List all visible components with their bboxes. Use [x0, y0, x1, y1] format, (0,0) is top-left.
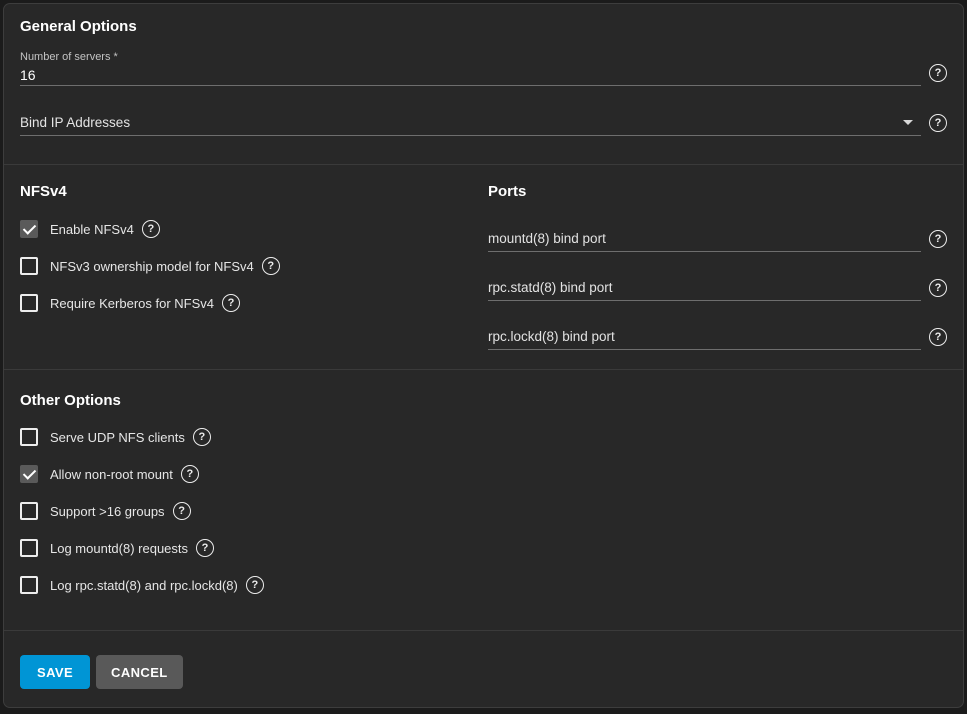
- lockd-port-row: ?: [488, 324, 947, 350]
- ports-column: Ports ? ? ?: [488, 165, 947, 369]
- section-general-options: General Options Number of servers * ? Bi…: [4, 4, 963, 165]
- support-groups-label: Support >16 groups: [50, 504, 165, 519]
- lockd-port-field: [488, 324, 921, 350]
- nfsv3-ownership-help-icon[interactable]: ?: [262, 257, 280, 275]
- statd-port-help-icon[interactable]: ?: [929, 279, 947, 297]
- enable-nfsv4-row[interactable]: Enable NFSv4 ?: [20, 220, 488, 238]
- number-of-servers-field-row: Number of servers * ?: [20, 51, 947, 86]
- mountd-port-field: [488, 226, 921, 252]
- log-mountd-checkbox[interactable]: [20, 539, 38, 557]
- bind-ip-label: Bind IP Addresses: [20, 115, 130, 130]
- number-of-servers-field: Number of servers *: [20, 51, 921, 86]
- allow-nonroot-row[interactable]: Allow non-root mount ?: [20, 465, 947, 483]
- number-of-servers-help-icon[interactable]: ?: [929, 64, 947, 82]
- statd-port-input[interactable]: [488, 275, 921, 301]
- bind-ip-field-row: Bind IP Addresses ?: [20, 110, 947, 136]
- nfs-settings-card: General Options Number of servers * ? Bi…: [3, 3, 964, 708]
- mountd-port-input[interactable]: [488, 226, 921, 252]
- nfsv3-ownership-checkbox[interactable]: [20, 257, 38, 275]
- support-groups-row[interactable]: Support >16 groups ?: [20, 502, 947, 520]
- require-kerberos-help-icon[interactable]: ?: [222, 294, 240, 312]
- cancel-button[interactable]: CANCEL: [96, 655, 183, 689]
- ports-title: Ports: [488, 165, 947, 202]
- serve-udp-checkbox[interactable]: [20, 428, 38, 446]
- nfsv3-ownership-row[interactable]: NFSv3 ownership model for NFSv4 ?: [20, 257, 488, 275]
- actions-bar: SAVE CANCEL: [4, 630, 963, 707]
- allow-nonroot-help-icon[interactable]: ?: [181, 465, 199, 483]
- allow-nonroot-label: Allow non-root mount: [50, 467, 173, 482]
- number-of-servers-input[interactable]: [20, 64, 921, 86]
- require-kerberos-checkbox[interactable]: [20, 294, 38, 312]
- require-kerberos-row[interactable]: Require Kerberos for NFSv4 ?: [20, 294, 488, 312]
- statd-port-field: [488, 275, 921, 301]
- log-statd-lockd-row[interactable]: Log rpc.statd(8) and rpc.lockd(8) ?: [20, 576, 947, 594]
- log-statd-lockd-checkbox[interactable]: [20, 576, 38, 594]
- serve-udp-row[interactable]: Serve UDP NFS clients ?: [20, 428, 947, 446]
- allow-nonroot-checkbox[interactable]: [20, 465, 38, 483]
- enable-nfsv4-checkbox[interactable]: [20, 220, 38, 238]
- require-kerberos-label: Require Kerberos for NFSv4: [50, 296, 214, 311]
- general-options-title: General Options: [20, 4, 947, 37]
- number-of-servers-label: Number of servers *: [20, 51, 921, 64]
- lockd-port-help-icon[interactable]: ?: [929, 328, 947, 346]
- nfsv4-title: NFSv4: [20, 165, 488, 202]
- log-statd-lockd-label: Log rpc.statd(8) and rpc.lockd(8): [50, 578, 238, 593]
- serve-udp-help-icon[interactable]: ?: [193, 428, 211, 446]
- bind-ip-select[interactable]: Bind IP Addresses: [20, 110, 921, 136]
- other-options-title: Other Options: [20, 370, 947, 411]
- save-button[interactable]: SAVE: [20, 655, 90, 689]
- log-mountd-row[interactable]: Log mountd(8) requests ?: [20, 539, 947, 557]
- bind-ip-help-icon[interactable]: ?: [929, 114, 947, 132]
- mountd-port-row: ?: [488, 226, 947, 252]
- section-other-options: Other Options Serve UDP NFS clients ? Al…: [4, 370, 963, 630]
- support-groups-help-icon[interactable]: ?: [173, 502, 191, 520]
- log-mountd-label: Log mountd(8) requests: [50, 541, 188, 556]
- chevron-down-icon[interactable]: [903, 120, 913, 125]
- section-nfsv4-ports: NFSv4 Enable NFSv4 ? NFSv3 ownership mod…: [4, 165, 963, 370]
- enable-nfsv4-label: Enable NFSv4: [50, 222, 134, 237]
- log-statd-lockd-help-icon[interactable]: ?: [246, 576, 264, 594]
- lockd-port-input[interactable]: [488, 324, 921, 350]
- enable-nfsv4-help-icon[interactable]: ?: [142, 220, 160, 238]
- statd-port-row: ?: [488, 275, 947, 301]
- mountd-port-help-icon[interactable]: ?: [929, 230, 947, 248]
- log-mountd-help-icon[interactable]: ?: [196, 539, 214, 557]
- nfsv4-column: NFSv4 Enable NFSv4 ? NFSv3 ownership mod…: [20, 165, 488, 369]
- support-groups-checkbox[interactable]: [20, 502, 38, 520]
- serve-udp-label: Serve UDP NFS clients: [50, 430, 185, 445]
- nfsv3-ownership-label: NFSv3 ownership model for NFSv4: [50, 259, 254, 274]
